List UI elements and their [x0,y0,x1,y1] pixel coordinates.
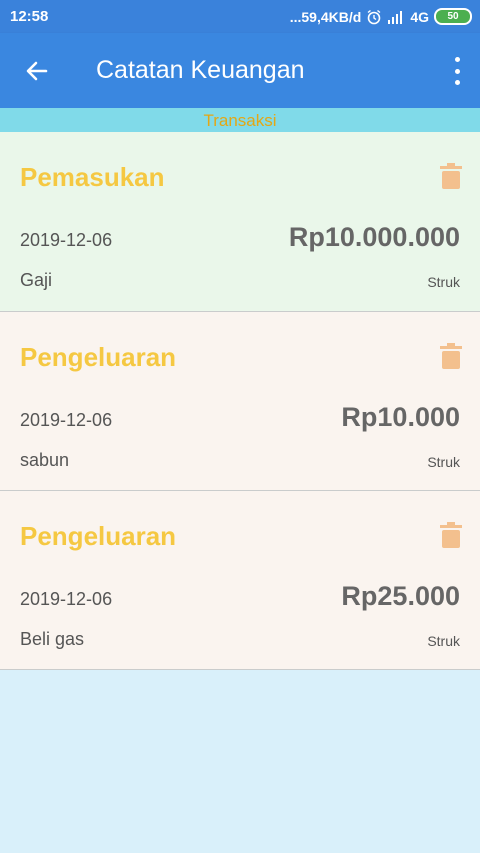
alarm-icon [367,9,381,24]
transaction-date: 2019-12-06 [20,230,113,250]
transaction-card[interactable]: Pemasukan 2019-12-06 Rp10.000.000 Gaji S… [0,132,480,312]
transaction-date: 2019-12-06 [20,589,113,609]
status-bar: 12:58 ...59,4KB/d 4G 50 [0,0,480,33]
network-type: 4G [410,8,429,25]
arrow-left-icon [26,61,48,80]
transaction-description: Gaji [20,270,53,290]
trash-icon[interactable] [440,343,462,369]
transaction-description: Beli gas [20,629,85,649]
transaction-card[interactable]: Pengeluaran 2019-12-06 Rp25.000 Beli gas… [0,491,480,670]
tab-transaksi[interactable]: Transaksi [0,108,480,132]
transaction-type: Pengeluaran [20,521,177,551]
status-time: 12:58 [10,8,49,25]
trash-icon[interactable] [440,163,462,189]
receipt-link[interactable]: Struk [427,274,460,290]
back-button[interactable] [18,52,56,90]
transaction-type: Pemasukan [20,162,165,192]
trash-icon[interactable] [440,522,462,548]
transaction-amount: Rp10.000 [341,402,460,432]
receipt-link[interactable]: Struk [427,633,460,649]
more-vert-icon [454,57,460,62]
transaction-card[interactable]: Pengeluaran 2019-12-06 Rp10.000 sabun St… [0,312,480,491]
receipt-link[interactable]: Struk [427,454,460,470]
app-bar: Catatan Keuangan [0,33,480,108]
battery-icon: 50 [434,8,472,25]
page-title: Catatan Keuangan [96,56,305,84]
transaction-description: sabun [20,450,70,470]
transaction-type: Pengeluaran [20,342,177,372]
more-options-button[interactable] [448,57,466,85]
transaction-amount: Rp25.000 [341,581,460,611]
transaction-list: Pemasukan 2019-12-06 Rp10.000.000 Gaji S… [0,132,480,670]
status-indicators: ...59,4KB/d 4G 50 [290,8,472,25]
network-speed: ...59,4KB/d [289,8,362,25]
transaction-amount: Rp10.000.000 [288,222,460,252]
signal-icon [388,10,403,24]
transaction-date: 2019-12-06 [20,410,113,430]
